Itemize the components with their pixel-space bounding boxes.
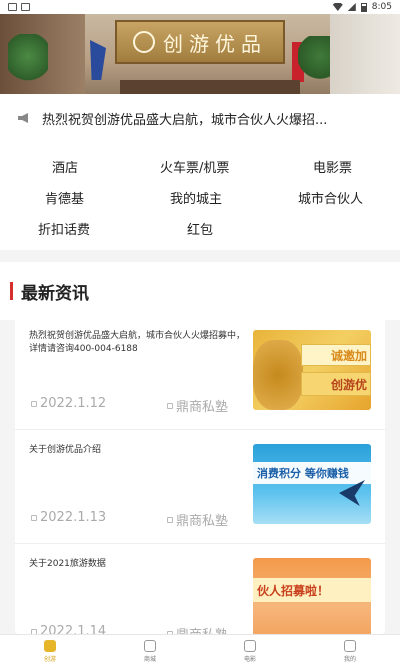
news-date: 2022.1.13 (31, 510, 106, 525)
news-thumbnail[interactable]: 诚邀加 创游优 (253, 330, 371, 410)
brand-logo-icon (133, 31, 155, 53)
thumb-text-1: 消费积分 等你赚钱 (257, 467, 349, 480)
tab-mall[interactable]: 商城 (100, 635, 200, 667)
news-thumbnail[interactable]: 伙人招募啦！ (253, 558, 371, 634)
news-author: 鼎商私塾 (167, 510, 228, 529)
battery-icon (360, 2, 367, 12)
news-card[interactable]: 关于创游优品介绍 2022.1.13 鼎商私塾 消费积分 等你赚钱 (15, 430, 385, 544)
notice-bar[interactable]: 热烈祝贺创游优品盛大启航，城市合伙人火爆招... (0, 94, 400, 142)
news-author: 鼎商私塾 (167, 396, 228, 415)
author-icon (167, 516, 173, 523)
status-time: 8:05 (371, 2, 392, 12)
service-menu: 酒店 火车票/机票 电影票 肯德基 我的城主 城市合伙人 折扣话费 红包 (0, 142, 400, 250)
sim-icon (21, 3, 30, 11)
menu-item-movie[interactable]: 电影票 (313, 157, 352, 176)
banner-flag-blue (90, 40, 106, 80)
status-bar: 8:05 (0, 0, 400, 14)
news-title: 关于2021旅游数据 (29, 559, 106, 569)
news-date: 2022.1.14 (31, 624, 106, 634)
speaker-icon (18, 113, 28, 123)
news-thumbnail[interactable]: 消费积分 等你赚钱 (253, 444, 371, 524)
notice-text: 热烈祝贺创游优品盛大启航，城市合伙人火爆招... (42, 112, 328, 128)
tab-movie[interactable]: 电影 (200, 635, 300, 667)
thumb-tree (253, 340, 303, 410)
calendar-icon (31, 514, 37, 521)
news-author-text: 鼎商私塾 (176, 400, 229, 415)
tab-label: 电影 (243, 655, 256, 663)
mall-icon (144, 639, 156, 652)
news-title: 关于创游优品介绍 (29, 445, 102, 455)
news-date-text: 2022.1.13 (40, 510, 107, 525)
tab-label: 我的 (343, 655, 356, 663)
tab-label: 创游 (43, 655, 56, 663)
section-title: 最新资讯 (21, 283, 89, 304)
author-icon (167, 402, 173, 409)
home-icon (44, 639, 56, 652)
menu-item-hotel[interactable]: 酒店 (52, 157, 78, 176)
tab-home[interactable]: 创游 (0, 635, 100, 667)
thumb-text-1: 伙人招募啦！ (257, 584, 330, 598)
news-date: 2022.1.12 (31, 396, 106, 411)
news-author: 鼎商私塾 (167, 624, 228, 634)
news-date-text: 2022.1.12 (40, 396, 107, 411)
menu-item-my-city-lord[interactable]: 我的城主 (170, 188, 222, 207)
status-left (8, 3, 30, 11)
top-banner[interactable]: 创游优品 (0, 14, 400, 94)
thumb-text-2: 创游优 (330, 378, 367, 392)
menu-item-city-partner[interactable]: 城市合伙人 (298, 188, 363, 207)
tab-mine[interactable]: 我的 (300, 635, 400, 667)
notification-icon (8, 3, 17, 11)
news-header: 最新资讯 (0, 262, 400, 320)
profile-icon (344, 639, 356, 652)
news-card[interactable]: 热烈祝贺创游优品盛大启航，城市合伙人火爆招募中，详情请咨询400-004-618… (15, 316, 385, 430)
calendar-icon (31, 400, 37, 407)
tab-label: 商城 (143, 655, 156, 663)
banner-plant-left (8, 34, 48, 90)
menu-item-red-packet[interactable]: 红包 (187, 219, 213, 238)
menu-item-train-flight[interactable]: 火车票/机票 (160, 157, 229, 176)
bottom-tab-bar: 创游 商城 电影 我的 (0, 634, 400, 667)
news-author-text: 鼎商私塾 (176, 624, 228, 634)
banner-sign-text: 创游优品 (163, 31, 267, 56)
news-card[interactable]: 关于2021旅游数据 2022.1.14 鼎商私塾 伙人招募啦！ (15, 544, 385, 634)
banner-sign: 创游优品 (115, 20, 285, 64)
menu-item-kfc[interactable]: 肯德基 (45, 188, 84, 207)
news-list: 热烈祝贺创游优品盛大启航，城市合伙人火爆招募中，详情请咨询400-004-618… (15, 316, 385, 634)
news-date-text: 2022.1.14 (40, 624, 107, 634)
banner-window (330, 14, 400, 94)
news-author-text: 鼎商私塾 (176, 514, 229, 529)
thumb-text-1: 诚邀加 (330, 349, 367, 363)
signal-icon (347, 3, 356, 11)
news-section: 最新资讯 热烈祝贺创游优品盛大启航，城市合伙人火爆招募中，详情请咨询400-00… (0, 262, 400, 634)
movie-icon (244, 639, 256, 652)
section-accent-bar (10, 282, 13, 300)
status-right: 8:05 (332, 2, 392, 12)
news-title: 热烈祝贺创游优品盛大启航，城市合伙人火爆招募中，详情请咨询400-004-618… (29, 331, 246, 354)
wifi-icon (332, 3, 343, 11)
menu-item-phone-recharge[interactable]: 折扣话费 (38, 219, 90, 238)
banner-desk (120, 80, 300, 94)
